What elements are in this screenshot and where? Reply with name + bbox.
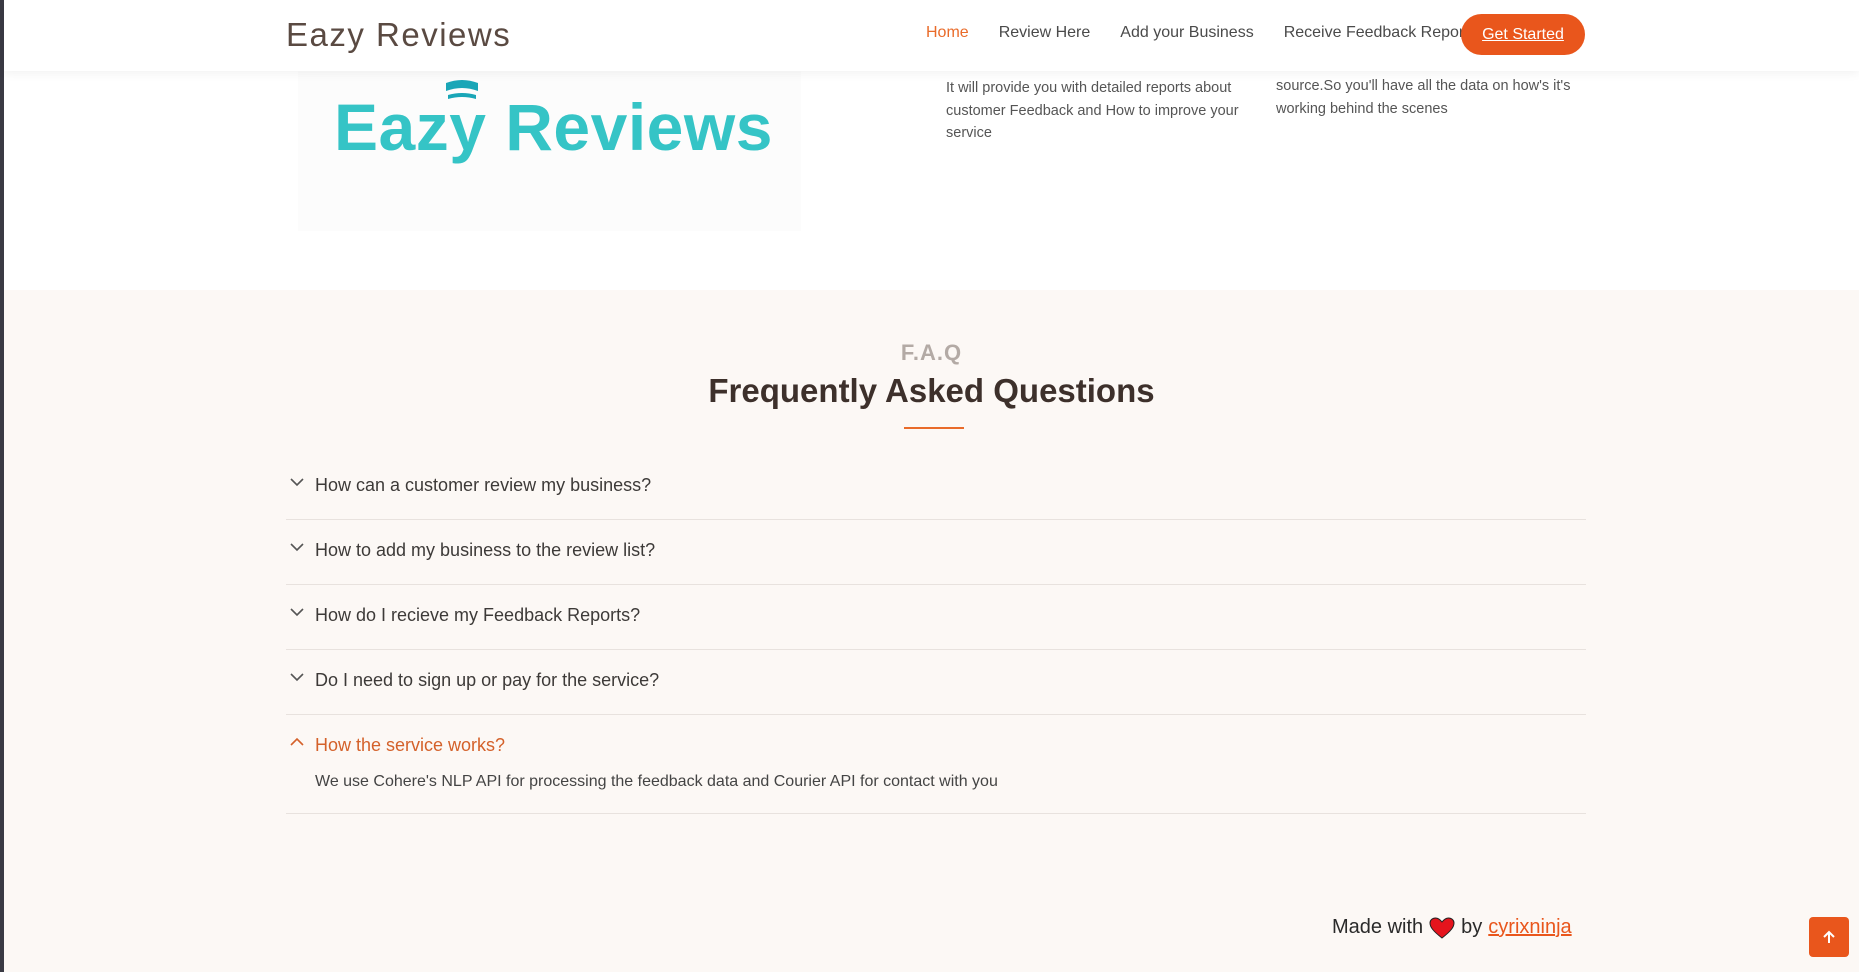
chevron-down-icon <box>290 608 304 617</box>
faq-subtitle: F.A.Q <box>900 340 963 365</box>
nav-review-here[interactable]: Review Here <box>999 24 1091 42</box>
by-text: by <box>1461 916 1483 938</box>
chevron-down-icon <box>290 543 304 552</box>
author-link[interactable]: cyrixninja <box>1488 916 1571 939</box>
footer-credit: Made with by cyrixninja <box>1332 916 1572 939</box>
main-nav: Home Review Here Add your Business Recei… <box>926 24 1507 42</box>
made-with-text: Made with <box>1332 916 1424 938</box>
logo-image: Eazy Reviews <box>298 71 801 231</box>
about-text-open-source: source.So you'll have all the data on ho… <box>1276 78 1571 117</box>
site-brand[interactable]: Eazy Reviews <box>286 16 511 54</box>
faq-item[interactable]: How do I recieve my Feedback Reports? <box>286 585 1586 650</box>
faq-question: Do I need to sign up or pay for the serv… <box>315 670 660 690</box>
chevron-up-icon <box>290 737 304 746</box>
faq-item-open[interactable]: How the service works? We use Cohere's N… <box>286 715 1586 814</box>
faq-question: How do I recieve my Feedback Reports? <box>315 605 641 625</box>
about-section: Eazy Reviews It will provide you with de… <box>4 71 1859 290</box>
faq-item[interactable]: How can a customer review my business? <box>286 455 1586 520</box>
about-text-reports: It will provide you with detailed report… <box>946 80 1239 141</box>
faq-question: How to add my business to the review lis… <box>315 540 656 560</box>
faq-section: F.A.Q Frequently Asked Questions How can… <box>4 290 1859 972</box>
faq-divider <box>904 427 964 429</box>
faq-answer: We use Cohere's NLP API for processing t… <box>315 773 998 790</box>
heart-icon <box>1429 916 1455 939</box>
chevron-down-icon <box>290 478 304 487</box>
faq-question: How can a customer review my business? <box>315 475 652 495</box>
nav-home[interactable]: Home <box>926 24 969 42</box>
back-to-top-button[interactable] <box>1809 917 1849 957</box>
faq-title: Frequently Asked Questions <box>708 372 1155 409</box>
faq-item[interactable]: How to add my business to the review lis… <box>286 520 1586 585</box>
arrow-up-icon <box>1823 930 1835 943</box>
get-started-button[interactable]: Get Started <box>1461 14 1585 55</box>
faq-list: How can a customer review my business? H… <box>286 455 1586 814</box>
faq-item[interactable]: Do I need to sign up or pay for the serv… <box>286 650 1586 715</box>
chevron-down-icon <box>290 673 304 682</box>
site-header: Eazy Reviews Home Review Here Add your B… <box>4 0 1859 71</box>
faq-question: How the service works? <box>315 735 506 755</box>
logo-text: Eazy Reviews <box>334 90 773 164</box>
nav-add-business[interactable]: Add your Business <box>1120 24 1253 42</box>
nav-feedback-reports[interactable]: Receive Feedback Reports <box>1284 24 1477 42</box>
